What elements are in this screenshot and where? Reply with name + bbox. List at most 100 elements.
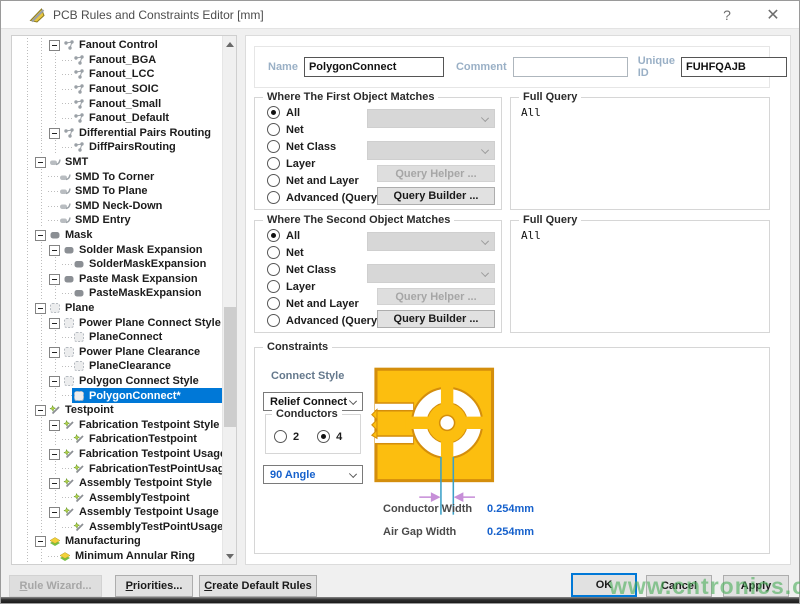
radio-option-layer[interactable]: Layer [267,278,381,295]
tree-item[interactable]: Polygon Connect Style [12,374,222,389]
tree-collapse-box[interactable] [48,374,62,388]
tree-collapse-box[interactable] [48,243,62,257]
radio-option-net-and-layer[interactable]: Net and Layer [267,295,381,312]
tree-item[interactable]: Mask [12,228,222,243]
tree-item[interactable]: Fanout_SOIC [12,82,222,97]
selected-tree-item[interactable]: PolygonConnect* [72,388,222,403]
radio-option-advanced-query-[interactable]: Advanced (Query) [267,189,381,206]
tree-collapse-box[interactable] [48,38,62,52]
tree-item[interactable]: Testpoint [12,403,222,418]
radio-icon[interactable] [267,174,280,187]
conductor-width-value[interactable]: 0.254mm [487,503,534,515]
tree-collapse-box[interactable] [34,534,48,548]
tree-item[interactable]: FabricationTestPointUsage [12,461,222,476]
tree-item[interactable]: Minimum Annular Ring [12,549,222,564]
radio-option-net[interactable]: Net [267,121,381,138]
first-query-builder-button[interactable]: Query Builder ... [377,187,495,205]
angle-dropdown[interactable]: 90 Angle [263,465,363,484]
tree-item[interactable]: SMD To Plane [12,184,222,199]
tree-item[interactable]: Paste Mask Expansion [12,272,222,287]
scroll-up-arrow-icon[interactable] [223,36,237,52]
tree-item[interactable]: Fanout_Default [12,111,222,126]
second-query-builder-button[interactable]: Query Builder ... [377,310,495,328]
tree-collapse-box[interactable] [34,301,48,315]
conductors-option-4[interactable]: 4 [317,428,342,445]
comment-input[interactable] [513,57,628,77]
radio-icon[interactable] [267,140,280,153]
create-default-rules-button[interactable]: Create Default Rules [199,575,317,597]
tree-collapse-box[interactable] [48,345,62,359]
tree-item[interactable]: Solder Mask Expansion [12,242,222,257]
tree-collapse-box[interactable] [48,418,62,432]
cancel-button[interactable]: Cancel [646,575,712,597]
radio-icon[interactable] [267,123,280,136]
radio-icon[interactable] [267,106,280,119]
tree-item[interactable]: AssemblyTestPointUsage [12,520,222,535]
scrollbar-thumb[interactable] [224,307,236,427]
tree-scrollbar[interactable] [222,36,236,564]
tree-item[interactable]: PasteMaskExpansion [12,286,222,301]
priorities-button[interactable]: Priorities... [115,575,193,597]
air-gap-width-value[interactable]: 0.254mm [487,526,534,538]
tree-collapse-box[interactable] [34,155,48,169]
tree-item[interactable]: Fanout_Small [12,96,222,111]
help-button[interactable]: ? [707,1,747,29]
radio-icon[interactable] [274,430,287,443]
radio-option-net-class[interactable]: Net Class [267,138,381,155]
radio-icon[interactable] [267,263,280,276]
tree-item[interactable]: Fabrication Testpoint Style [12,417,222,432]
radio-icon[interactable] [267,191,280,204]
radio-option-net-class[interactable]: Net Class [267,261,381,278]
tree-item[interactable]: SMD Neck-Down [12,199,222,214]
tree-item[interactable]: PlaneClearance [12,359,222,374]
tree-item[interactable]: Manufacturing [12,534,222,549]
radio-option-advanced-query-[interactable]: Advanced (Query) [267,312,381,329]
conductors-option-2[interactable]: 2 [274,428,299,445]
tree-item[interactable]: AssemblyTestpoint [12,490,222,505]
tree-collapse-box[interactable] [34,403,48,417]
tree-collapse-box[interactable] [48,126,62,140]
tree-collapse-box[interactable] [48,447,62,461]
radio-option-all[interactable]: All [267,104,381,121]
tree-item[interactable]: Fanout_LCC [12,67,222,82]
tree-item[interactable]: Fanout Control [12,38,222,53]
radio-icon[interactable] [267,314,280,327]
radio-icon[interactable] [267,246,280,259]
radio-icon[interactable] [267,229,280,242]
apply-button[interactable]: Apply [723,575,789,597]
tree-item[interactable]: SMT [12,155,222,170]
radio-option-layer[interactable]: Layer [267,155,381,172]
tree-item[interactable]: PolygonConnect* [12,388,222,403]
tree-item[interactable]: FabricationTestpoint [12,432,222,447]
tree-collapse-box[interactable] [48,505,62,519]
ok-button[interactable]: OK [571,573,637,597]
tree-item[interactable]: SMD Entry [12,213,222,228]
unique-id-input[interactable] [681,57,787,77]
tree-item[interactable]: DiffPairsRouting [12,140,222,155]
tree-collapse-box[interactable] [48,476,62,490]
close-icon[interactable]: ✕ [753,1,793,29]
name-input[interactable] [304,57,444,77]
tree-item[interactable]: SolderMaskExpansion [12,257,222,272]
radio-option-net-and-layer[interactable]: Net and Layer [267,172,381,189]
radio-icon[interactable] [267,297,280,310]
tree-item[interactable]: Assembly Testpoint Usage [12,505,222,520]
radio-icon[interactable] [317,430,330,443]
tree-collapse-box[interactable] [48,316,62,330]
tree-item[interactable]: Power Plane Connect Style [12,315,222,330]
radio-option-all[interactable]: All [267,227,381,244]
tree-item[interactable]: Differential Pairs Routing [12,126,222,141]
tree-item[interactable]: Fanout_BGA [12,53,222,68]
radio-icon[interactable] [267,280,280,293]
tree-item[interactable]: PlaneConnect [12,330,222,345]
radio-icon[interactable] [267,157,280,170]
scroll-down-arrow-icon[interactable] [223,548,237,564]
tree-item[interactable]: Assembly Testpoint Style [12,476,222,491]
radio-option-net[interactable]: Net [267,244,381,261]
tree-item[interactable]: Fabrication Testpoint Usage [12,447,222,462]
tree-item[interactable]: Plane [12,301,222,316]
tree-collapse-box[interactable] [48,272,62,286]
tree-collapse-box[interactable] [34,228,48,242]
tree-item[interactable]: Power Plane Clearance [12,344,222,359]
tree-item[interactable]: SMD To Corner [12,169,222,184]
